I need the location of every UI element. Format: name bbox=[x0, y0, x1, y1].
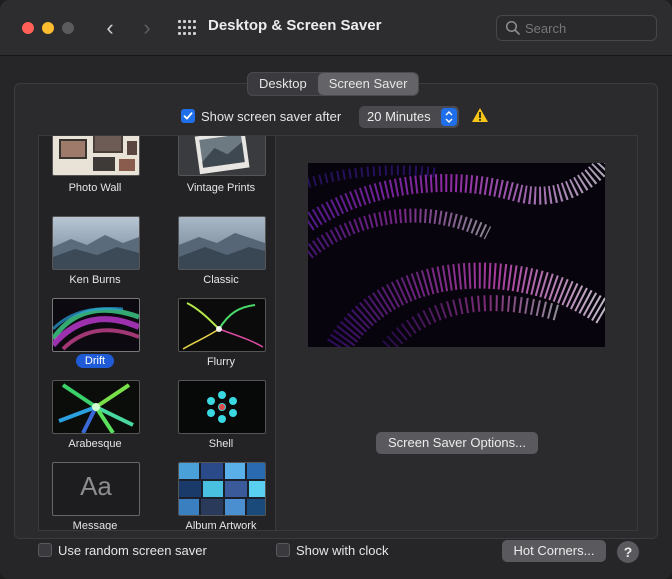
arabesque-thumbnail bbox=[52, 380, 140, 434]
forward-chevron-icon[interactable]: › bbox=[137, 16, 157, 40]
screen-saver-list[interactable]: Photo Wall Vintage Prints Ken Burns Clas… bbox=[38, 135, 276, 531]
show-with-clock-checkbox[interactable] bbox=[276, 543, 290, 557]
classic-thumbnail bbox=[178, 216, 266, 270]
list-item-classic[interactable]: Classic bbox=[165, 216, 275, 286]
screen-saver-options-button[interactable]: Screen Saver Options... bbox=[376, 432, 538, 454]
random-screen-saver-label: Use random screen saver bbox=[58, 543, 207, 558]
back-chevron-icon[interactable]: ‹ bbox=[100, 16, 120, 40]
search-input[interactable] bbox=[525, 18, 650, 38]
vintage-prints-thumbnail bbox=[178, 136, 266, 176]
drift-preview bbox=[308, 163, 605, 347]
warning-icon bbox=[472, 108, 488, 122]
show-after-popup[interactable]: 20 Minutes bbox=[359, 106, 459, 128]
list-item-arabesque[interactable]: Arabesque bbox=[39, 380, 151, 450]
photo-wall-thumbnail bbox=[52, 136, 140, 176]
preferences-window: ‹ › Desktop & Screen Saver Desktop Scree… bbox=[0, 0, 672, 579]
list-item-photo-wall[interactable]: Photo Wall bbox=[39, 136, 151, 196]
tab-screen-saver[interactable]: Screen Saver bbox=[317, 73, 419, 95]
album-artwork-label: Album Artwork bbox=[185, 520, 257, 531]
zoom-window-button[interactable] bbox=[62, 22, 74, 34]
message-thumbnail: Aa bbox=[52, 462, 140, 516]
shell-thumbnail bbox=[178, 380, 266, 434]
vintage-prints-label: Vintage Prints bbox=[186, 182, 256, 194]
list-item-vintage-prints[interactable]: Vintage Prints bbox=[165, 136, 275, 196]
show-after-label: Show screen saver after bbox=[201, 109, 342, 124]
hot-corners-button[interactable]: Hot Corners... bbox=[502, 540, 606, 562]
flurry-label: Flurry bbox=[206, 356, 236, 368]
list-item-album-artwork[interactable]: Album Artwork bbox=[165, 462, 275, 531]
arabesque-label: Arabesque bbox=[68, 438, 122, 450]
show-after-value: 20 Minutes bbox=[367, 109, 431, 124]
show-with-clock-label: Show with clock bbox=[296, 543, 389, 558]
show-all-grid-icon[interactable] bbox=[178, 20, 196, 36]
flurry-thumbnail bbox=[178, 298, 266, 352]
photo-wall-label: Photo Wall bbox=[68, 182, 122, 194]
list-item-drift[interactable]: Drift bbox=[39, 298, 151, 368]
message-label: Message bbox=[72, 520, 118, 531]
album-artwork-thumbnail bbox=[178, 462, 266, 516]
classic-label: Classic bbox=[203, 274, 239, 286]
minimize-window-button[interactable] bbox=[42, 22, 54, 34]
ken-burns-thumbnail bbox=[52, 216, 140, 270]
updown-chevron-icon bbox=[441, 108, 457, 126]
list-item-ken-burns[interactable]: Ken Burns bbox=[39, 216, 151, 286]
list-item-message[interactable]: Aa Message bbox=[39, 462, 151, 531]
close-window-button[interactable] bbox=[22, 22, 34, 34]
tab-segmented-control: Desktop Screen Saver bbox=[247, 72, 420, 96]
checkmark-icon bbox=[183, 112, 193, 120]
help-button[interactable]: ? bbox=[617, 541, 639, 563]
shell-label: Shell bbox=[208, 438, 234, 450]
drift-thumbnail bbox=[52, 298, 140, 352]
drift-label-text: Drift bbox=[75, 354, 115, 368]
tab-desktop[interactable]: Desktop bbox=[248, 73, 318, 95]
list-item-flurry[interactable]: Flurry bbox=[165, 298, 275, 368]
drift-label: Drift bbox=[39, 354, 151, 368]
search-icon bbox=[505, 20, 520, 35]
ken-burns-label: Ken Burns bbox=[69, 274, 121, 286]
list-item-shell[interactable]: Shell bbox=[165, 380, 275, 450]
search-field[interactable] bbox=[496, 15, 657, 41]
message-glyph: Aa bbox=[80, 471, 112, 501]
random-screen-saver-checkbox[interactable] bbox=[38, 543, 52, 557]
window-title: Desktop & Screen Saver bbox=[208, 17, 382, 34]
title-bar: ‹ › Desktop & Screen Saver bbox=[0, 0, 672, 56]
show-after-checkbox[interactable] bbox=[181, 109, 195, 123]
